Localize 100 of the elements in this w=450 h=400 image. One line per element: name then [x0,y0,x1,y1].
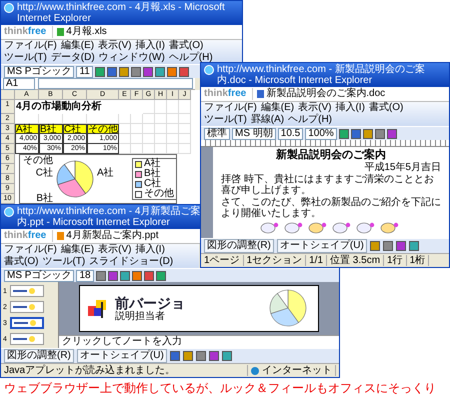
toolbar-icon[interactable] [178,66,189,76]
menu-item[interactable]: 書式(O) [368,102,404,114]
menu-item[interactable]: 表示(V) [98,244,132,256]
drawing-menu-button[interactable]: オートシェイプ(U) [76,349,167,363]
paragraph: さて、このたび、弊社の新製品のご紹介を下記により開催いたします。 [221,197,441,219]
toolbar-icon[interactable] [132,270,142,280]
menu-item[interactable]: ファイル(F) [4,40,57,52]
font-field[interactable]: MS 明朝 [232,128,276,140]
menu-item[interactable]: ファイル(F) [4,244,57,256]
toolbar-icon[interactable] [130,66,141,76]
grid-cell[interactable] [179,124,191,134]
toolbar-icon[interactable] [382,241,393,251]
grid-cell[interactable] [131,124,143,134]
drawing-menu-button[interactable]: 図形の調整(R) [4,349,74,363]
grid-cell[interactable] [143,114,155,124]
menu-item[interactable]: ヘルプ(H) [168,52,213,64]
font-size-field[interactable]: 11 [76,66,93,78]
font-field[interactable]: MS Pゴシック [4,66,74,78]
zoom-field[interactable]: 100% [305,128,337,140]
toolbar-icon[interactable] [196,351,206,361]
grid-cell[interactable] [143,134,155,144]
grid-cell[interactable] [155,100,167,114]
menu-item[interactable]: 挿入(I) [135,40,165,52]
grid-cell[interactable] [167,114,179,124]
menu-item[interactable]: 編集(E) [60,40,94,52]
toolbar-icon[interactable] [144,270,154,280]
menu-item[interactable]: ツール(T) [42,256,86,268]
menu-item[interactable]: 罫線(A) [250,114,284,126]
menu-item[interactable]: スライドショー(D) [89,256,174,268]
notes-field[interactable]: クリックしてノートを入力 [59,335,339,348]
menu-item[interactable]: ツール(T) [4,52,47,64]
menu-item[interactable]: ツール(T) [204,114,247,126]
menu-item[interactable]: ファイル(F) [204,102,257,114]
toolbar-icon[interactable] [362,128,373,138]
font-size-field[interactable]: 10.5 [278,128,304,140]
toolbar-icon[interactable] [118,66,129,76]
grid-cell[interactable] [167,134,179,144]
slide-thumbnail[interactable] [10,317,44,329]
menu-item[interactable]: ヘルプ(H) [288,114,332,126]
grid-cell[interactable] [167,100,179,114]
toolbar-icon[interactable] [350,128,361,138]
slide-thumbnail[interactable] [10,333,44,345]
grid-cell[interactable] [155,124,167,134]
toolbar-icon[interactable] [108,270,118,280]
grid-cell[interactable] [155,114,167,124]
slide-thumbnail[interactable] [10,301,44,313]
grid-cell[interactable] [131,114,143,124]
grid-cell[interactable] [179,100,191,114]
grid-cell[interactable] [179,134,191,144]
window-title: http://www.thinkfree.com - 新製品説明会のご案内.doc - Microsoft Internet Explorer [217,64,426,86]
toolbar-icon[interactable] [106,66,117,76]
sheet-title: 4月の市場動向分析 [15,100,103,114]
toolbar-icon[interactable] [370,241,380,251]
grid-cell[interactable] [119,114,131,124]
menu-item[interactable]: 書式(O) [4,256,38,268]
menu-item[interactable]: 表示(V) [298,102,332,114]
menu-item[interactable]: 挿入(I) [135,244,165,256]
menu-item[interactable]: 編集(E) [260,102,294,114]
formula-field[interactable] [38,78,193,89]
toolbar-icon[interactable] [182,351,193,361]
menu-item[interactable]: 挿入(I) [335,102,365,114]
font-size-field[interactable]: 18 [76,270,94,282]
toolbar-icon[interactable] [408,241,419,251]
slide-thumbnail[interactable] [10,285,44,297]
toolbar-icon[interactable] [208,351,219,361]
menu-item[interactable]: 書式(O) [168,40,204,52]
style-field[interactable]: 標準 [204,128,230,140]
toolbar-icon[interactable] [94,66,105,76]
drawing-menu-button[interactable]: オートシェイプ(U) [276,239,367,253]
file-tab[interactable]: 4月報.xls [52,26,107,38]
toolbar-icon[interactable] [142,66,153,76]
toolbar-icon[interactable] [386,128,397,138]
menu-item[interactable]: 編集(E) [60,244,94,256]
cell-reference-field[interactable]: A1 [3,78,35,90]
grid-cell[interactable] [167,124,179,134]
toolbar-icon[interactable] [222,351,232,361]
menu-item[interactable]: ウィンドウ(W) [98,52,165,64]
file-tab[interactable]: 4月新製品ご案内.ppt [52,230,158,242]
grid-cell[interactable] [143,100,155,114]
font-field[interactable]: MS Pゴシック [4,270,74,282]
toolbar-icon[interactable] [96,270,106,280]
toolbar-icon[interactable] [154,66,165,76]
drawing-menu-button[interactable]: 図形の調整(R) [204,239,274,253]
toolbar-icon[interactable] [120,270,130,280]
menu-item[interactable]: データ(D) [50,52,95,64]
menu-item[interactable]: 表示(V) [98,40,132,52]
toolbar-icon[interactable] [156,270,166,280]
file-tab[interactable]: 新製品説明会のご案内.doc [252,88,386,100]
grid-cell[interactable] [155,134,167,144]
select-all-button[interactable] [1,90,15,100]
grid-cell[interactable] [131,134,143,144]
toolbar-icon[interactable] [338,128,349,138]
toolbar-icon[interactable] [170,351,180,361]
status-text: 1桁 [410,255,430,266]
grid-cell[interactable] [179,144,191,154]
grid-cell[interactable] [179,114,191,124]
toolbar-icon[interactable] [374,128,385,138]
toolbar-icon[interactable] [396,241,406,251]
grid-cell[interactable] [143,124,155,134]
toolbar-icon[interactable] [166,66,177,76]
